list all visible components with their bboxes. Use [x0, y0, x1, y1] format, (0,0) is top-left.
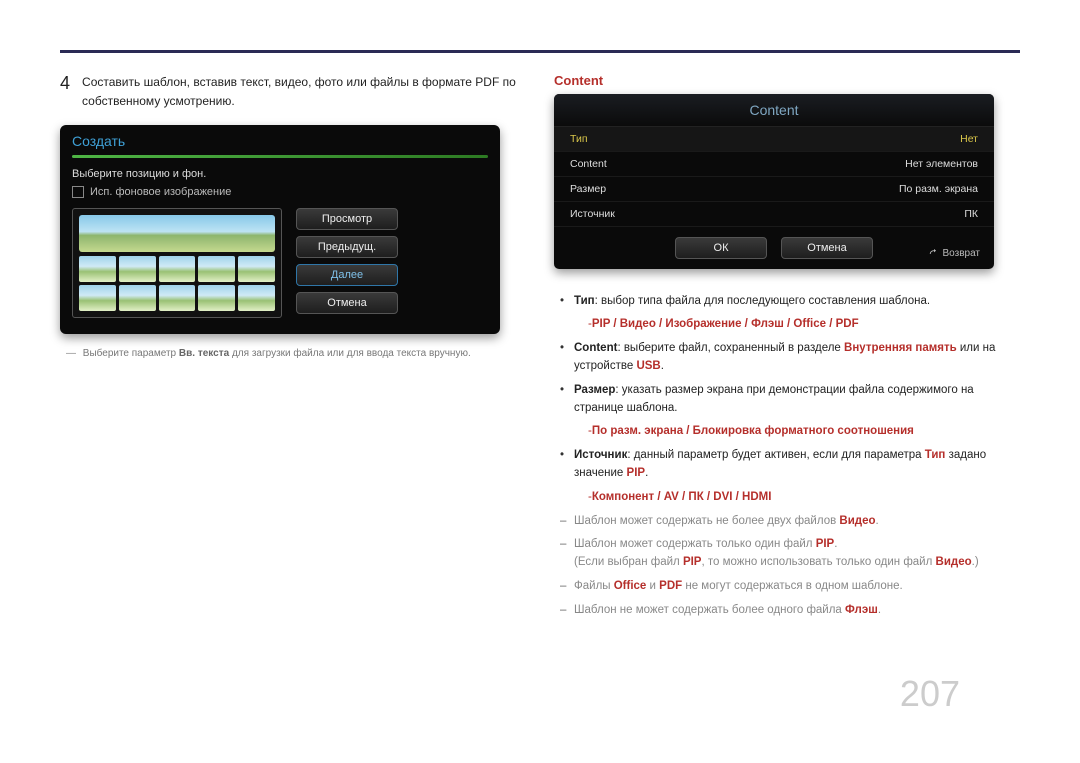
panel-title: Создать	[60, 125, 500, 155]
footnote-post: для загрузки файла или для ввода текста …	[229, 348, 471, 359]
menu-value: ПК	[964, 208, 978, 220]
menu-value: По разм. экрана	[899, 183, 978, 195]
return-icon	[929, 249, 939, 259]
page-top-rule	[60, 50, 1020, 53]
cancel-button[interactable]: Отмена	[781, 237, 873, 259]
step-text: Составить шаблон, вставив текст, видео, …	[82, 73, 526, 111]
list-sub: Компонент / AV / ПК / DVI / HDMI	[560, 489, 1020, 507]
menu-label: Тип	[570, 133, 588, 145]
preview-large-thumb[interactable]	[79, 215, 275, 252]
return-label[interactable]: Возврат	[929, 248, 981, 259]
content-dialog: Content Тип Нет Content Нет элементов Ра…	[554, 94, 994, 269]
use-bg-image-checkbox[interactable]: Исп. фоновое изображение	[72, 186, 488, 198]
menu-row-content[interactable]: Content Нет элементов	[554, 152, 994, 177]
return-text: Возврат	[943, 248, 981, 259]
list-note: Шаблон может содержать только один файл …	[560, 536, 1016, 572]
menu-label: Источник	[570, 208, 615, 220]
next-button[interactable]: Далее	[296, 264, 398, 286]
content-explanation-list: Тип: выбор типа файла для последующего с…	[554, 281, 1020, 620]
dialog-title: Content	[554, 94, 994, 127]
ok-button[interactable]: ОК	[675, 237, 767, 259]
preview-thumb[interactable]	[79, 285, 116, 311]
cancel-button[interactable]: Отмена	[296, 292, 398, 314]
preview-thumb[interactable]	[119, 285, 156, 311]
create-template-panel: Создать Выберите позицию и фон. Исп. фон…	[60, 125, 500, 334]
right-column: Content Content Тип Нет Content Нет элем…	[554, 73, 1020, 631]
preview-thumb[interactable]	[79, 256, 116, 282]
panel-subtitle: Выберите позицию и фон.	[72, 168, 488, 180]
background-preview	[72, 208, 282, 318]
list-sub: По разм. экрана / Блокировка форматного …	[560, 423, 1020, 441]
preview-thumb[interactable]	[119, 256, 156, 282]
list-note: Шаблон не может содержать более одного ф…	[560, 602, 1016, 620]
preview-thumb[interactable]	[198, 256, 235, 282]
checkbox-box-icon	[72, 186, 84, 198]
list-item: Источник: данный параметр будет активен,…	[560, 447, 1020, 483]
step-number: 4	[60, 73, 72, 111]
page-number: 207	[900, 673, 960, 715]
menu-label: Размер	[570, 183, 606, 195]
preview-thumb[interactable]	[238, 256, 275, 282]
menu-row-size[interactable]: Размер По разм. экрана	[554, 177, 994, 202]
menu-row-type[interactable]: Тип Нет	[554, 127, 994, 152]
step-4: 4 Составить шаблон, вставив текст, видео…	[60, 73, 526, 111]
menu-value: Нет элементов	[905, 158, 978, 170]
footnote-pre: Выберите параметр	[83, 348, 179, 359]
view-button[interactable]: Просмотр	[296, 208, 398, 230]
list-note: Файлы Office и PDF не могут содержаться …	[560, 578, 1016, 596]
preview-thumb[interactable]	[198, 285, 235, 311]
list-sub: PIP / Видео / Изображение / Флэш / Offic…	[560, 316, 1020, 334]
preview-thumb[interactable]	[238, 285, 275, 311]
prev-button[interactable]: Предыдущ.	[296, 236, 398, 258]
footnote: ― Выберите параметр Вв. текста для загру…	[66, 348, 526, 359]
menu-label: Content	[570, 158, 607, 170]
menu-value: Нет	[960, 133, 978, 145]
content-heading: Content	[554, 73, 1020, 88]
list-item: Content: выберите файл, сохраненный в ра…	[560, 340, 1020, 376]
preview-thumb[interactable]	[159, 285, 196, 311]
preview-thumb[interactable]	[159, 256, 196, 282]
list-item: Размер: указать размер экрана при демонс…	[560, 382, 1020, 418]
left-column: 4 Составить шаблон, вставив текст, видео…	[60, 73, 526, 631]
list-item: Тип: выбор типа файла для последующего с…	[560, 293, 1020, 311]
menu-row-source[interactable]: Источник ПК	[554, 202, 994, 227]
list-note: Шаблон может содержать не более двух фай…	[560, 513, 1016, 531]
checkbox-label: Исп. фоновое изображение	[90, 186, 231, 198]
footnote-bold: Вв. текста	[179, 348, 229, 359]
